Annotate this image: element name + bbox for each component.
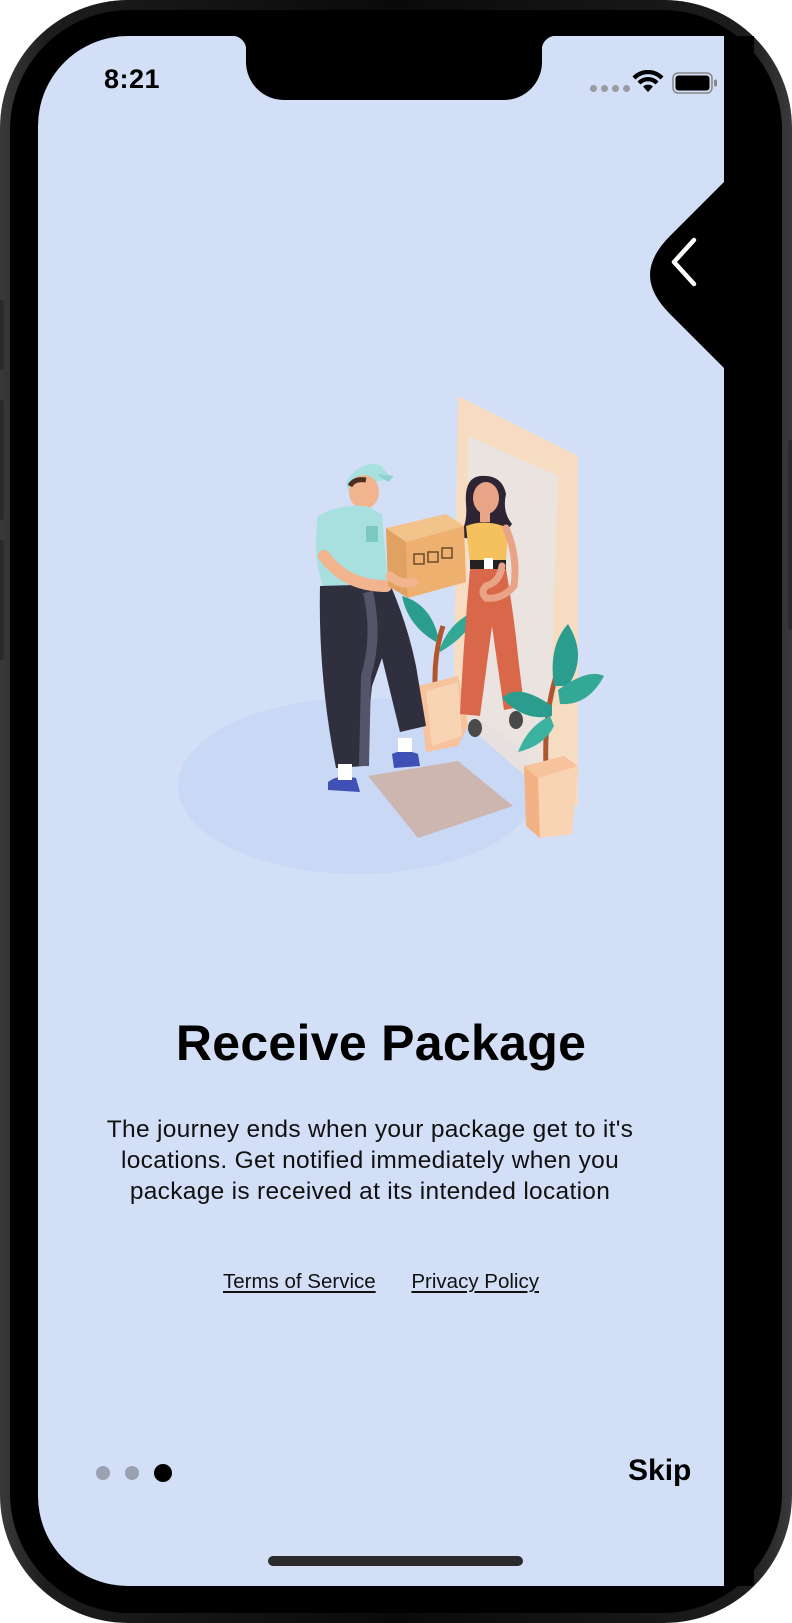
page-dot-1[interactable] (96, 1466, 110, 1480)
volume-up-button (0, 400, 4, 520)
home-indicator[interactable] (268, 1556, 523, 1566)
camera-notch (232, 36, 556, 100)
status-time: 8:21 (104, 64, 161, 94)
page-dot-2[interactable] (125, 1466, 139, 1480)
volume-down-button (0, 540, 4, 660)
courier-delivering-box-illustration (178, 396, 604, 874)
page-description: The journey ends when your package get t… (106, 1116, 634, 1205)
legal-links: Terms of Service Privacy Policy (38, 1270, 724, 1294)
page-title: Receive Package (175, 1015, 587, 1071)
page-dot-3-active[interactable] (154, 1464, 172, 1482)
battery-icon (672, 72, 717, 94)
power-button (788, 440, 792, 630)
cellular-signal-icon (590, 85, 630, 92)
skip-button[interactable]: Skip (628, 1454, 691, 1488)
wifi-icon (632, 70, 664, 92)
page-indicator (96, 1464, 172, 1482)
silent-switch (0, 300, 4, 370)
back-button[interactable] (650, 182, 730, 368)
terms-of-service-link[interactable]: Terms of Service (223, 1270, 376, 1293)
privacy-policy-link[interactable]: Privacy Policy (411, 1270, 539, 1293)
